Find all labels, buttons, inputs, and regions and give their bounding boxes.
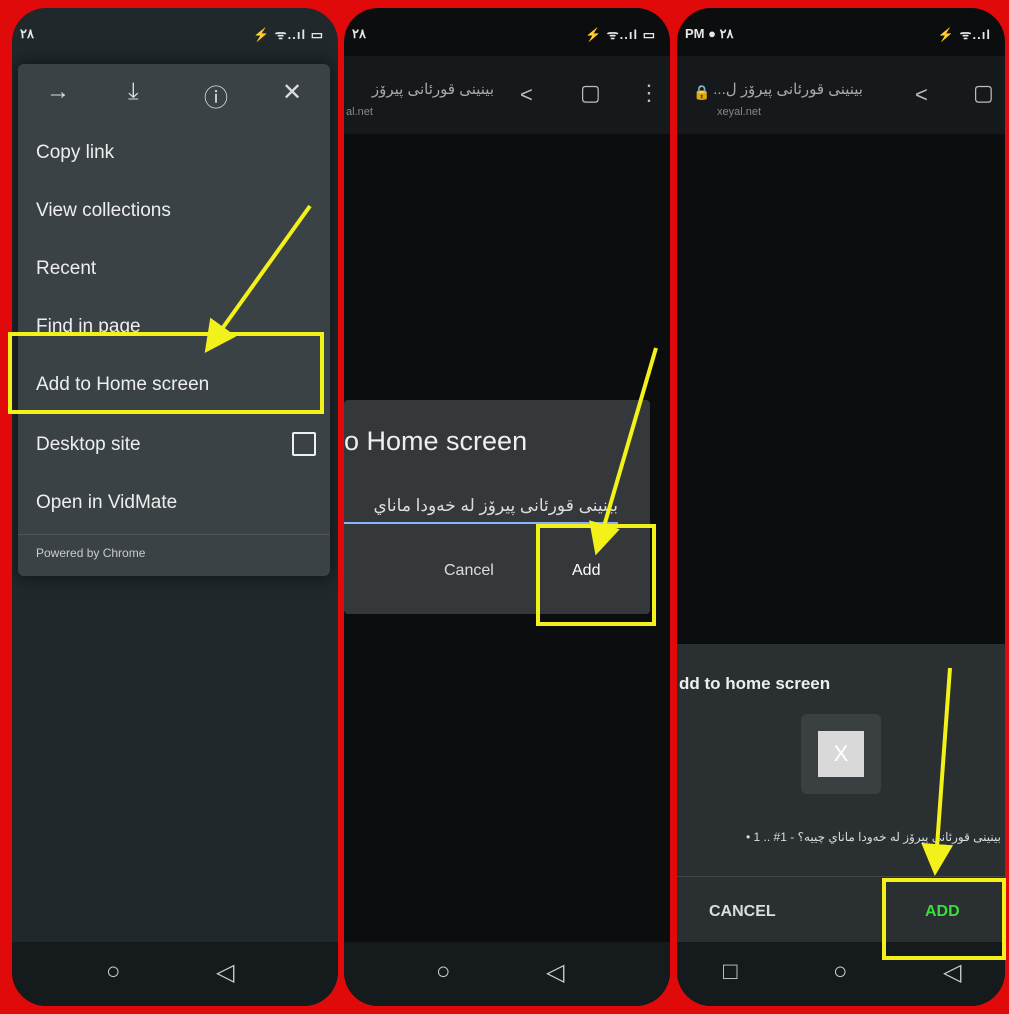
recents-square-icon[interactable]: □ xyxy=(723,958,738,986)
cancel-button[interactable]: Cancel xyxy=(444,562,494,580)
lock-icon: 🔒 xyxy=(693,84,711,100)
menu-toolbar: → ⤓ ⓘ ✕ xyxy=(18,64,330,124)
url-title: بینینی قورئانی پیرۆز xyxy=(371,81,494,98)
android-nav-bar: ○ ◁ xyxy=(344,942,670,1006)
menu-item-desktop-site[interactable]: Desktop site xyxy=(36,434,141,456)
menu-item-view-collections[interactable]: View collections xyxy=(36,200,171,222)
home-circle-icon[interactable]: ○ xyxy=(833,958,848,986)
highlight-box-add-3 xyxy=(882,878,1006,960)
phone-screen-2: ٢٨ ⚡ ᯤ..ıl ▭ بینینی قورئانی پیرۆز al.net… xyxy=(344,8,670,1006)
share-icon[interactable]: < xyxy=(915,82,928,108)
status-bar: ٢٨ ⚡ ᯤ..ıl ▭ xyxy=(12,8,338,56)
app-icon-preview: X xyxy=(801,714,881,794)
menu-item-open-in-vidmate[interactable]: Open in VidMate xyxy=(36,492,177,514)
status-bar: ٢٨ ⚡ ᯤ..ıl ▭ xyxy=(344,8,670,56)
url-domain: xeyal.net xyxy=(717,106,762,118)
dialog-title: o Home screen xyxy=(344,426,528,456)
android-nav-bar: ○ ◁ xyxy=(12,942,338,1006)
highlight-box-add xyxy=(536,524,656,626)
download-icon[interactable]: ⤓ xyxy=(128,78,139,106)
highlight-box-add-to-home xyxy=(8,332,324,414)
status-time: ٢٨ xyxy=(352,26,366,41)
url-domain: al.net xyxy=(346,106,373,118)
desktop-site-checkbox[interactable] xyxy=(292,432,316,456)
sheet-title: dd to home screen xyxy=(679,674,831,693)
share-icon[interactable]: < xyxy=(520,82,533,108)
back-triangle-icon[interactable]: ◁ xyxy=(546,958,564,987)
chrome-url-bar[interactable]: 🔒 بینینی قورئانی پیرۆز ل... xeyal.net < … xyxy=(677,56,1005,134)
forward-icon[interactable]: → xyxy=(46,78,70,106)
status-icons: ⚡ ᯤ..ıl ▭ xyxy=(584,27,656,42)
cancel-button[interactable]: CANCEL xyxy=(709,903,776,921)
home-circle-icon[interactable]: ○ xyxy=(106,958,121,986)
chrome-overflow-menu: → ⤓ ⓘ ✕ Copy link View collections Recen… xyxy=(18,64,330,576)
status-time: ٢٨ xyxy=(20,26,34,41)
bookmark-icon[interactable]: ▢ xyxy=(973,80,994,106)
app-name-label: بینینی قورئانی پیرۆز لە خەودا ماناي چییە… xyxy=(745,830,1001,844)
close-icon[interactable]: ✕ xyxy=(282,78,302,107)
app-icon-letter: X xyxy=(818,731,864,777)
more-icon[interactable]: ⋮ xyxy=(638,80,660,106)
back-triangle-icon[interactable]: ◁ xyxy=(216,958,234,987)
status-icons: ⚡ ᯤ..ıl ▭ xyxy=(252,27,324,42)
menu-divider xyxy=(18,534,330,535)
bookmark-icon[interactable]: ▢ xyxy=(580,80,601,106)
status-time: PM ● ٢٨ xyxy=(685,26,734,41)
status-bar: PM ● ٢٨ ⚡ ᯤ..ıl xyxy=(677,8,1005,56)
chrome-url-bar[interactable]: بینینی قورئانی پیرۆز al.net < ▢ ⋮ xyxy=(344,56,670,134)
phone-screen-1: ٢٨ ⚡ ᯤ..ıl ▭ → ⤓ ⓘ ✕ Copy link View coll… xyxy=(12,8,338,1006)
back-triangle-icon[interactable]: ◁ xyxy=(943,958,961,987)
menu-item-recent[interactable]: Recent xyxy=(36,258,96,280)
phone-screen-3: PM ● ٢٨ ⚡ ᯤ..ıl 🔒 بینینی قورئانی پیرۆز ل… xyxy=(677,8,1005,1006)
shortcut-name-input[interactable]: بینینی قورئانی پیرۆز لە خەودا ماناي xyxy=(344,496,618,524)
info-icon[interactable]: ⓘ xyxy=(204,78,228,113)
url-title: بینینی قورئانی پیرۆز ل... xyxy=(713,81,863,98)
menu-item-copy-link[interactable]: Copy link xyxy=(36,142,114,164)
home-circle-icon[interactable]: ○ xyxy=(436,958,451,986)
status-icons: ⚡ ᯤ..ıl xyxy=(937,27,991,42)
powered-by-label: Powered by Chrome xyxy=(36,546,146,560)
